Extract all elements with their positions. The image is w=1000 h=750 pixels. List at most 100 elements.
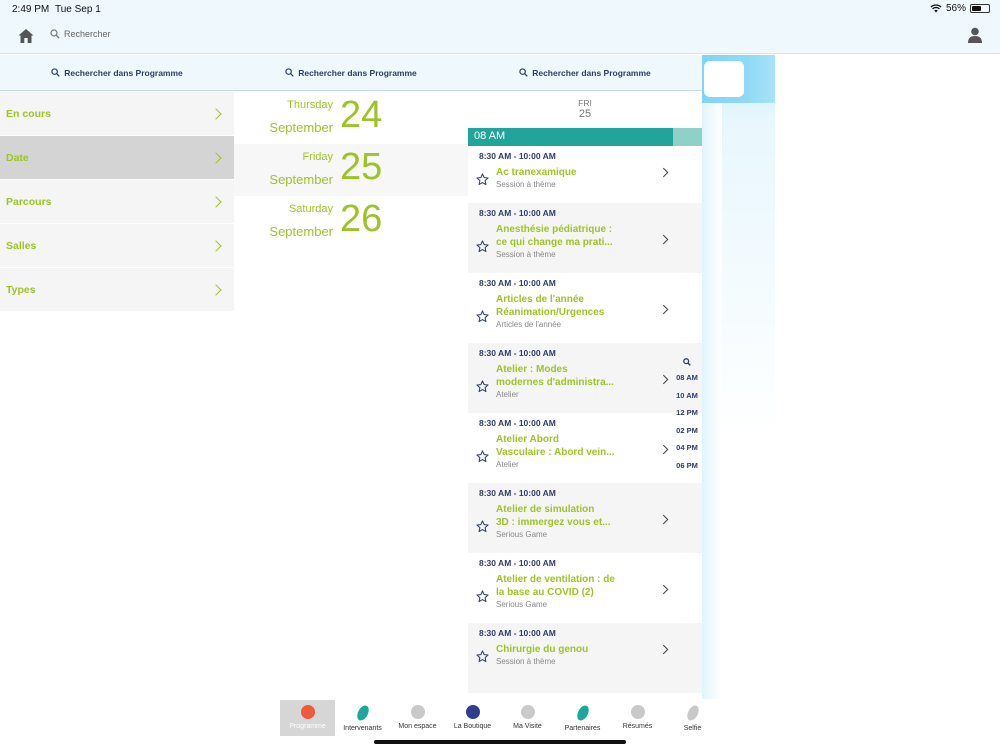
session-time: 8:30 AM - 10:00 AM — [479, 278, 556, 288]
chevron-right-icon[interactable] — [662, 165, 669, 183]
filter-menu: En cours Date Parcours Salles Types — [0, 92, 234, 312]
tab-r-sum-s[interactable]: Résumés — [610, 700, 665, 736]
session-type: Atelier — [496, 390, 519, 399]
favorite-star-icon[interactable] — [476, 520, 489, 533]
favorite-star-icon[interactable] — [476, 310, 489, 323]
tab-selfie[interactable]: Selfie — [665, 700, 720, 736]
session-type: Session à thème — [496, 657, 556, 666]
time-index: 08 AM 10 AM 12 PM 02 PM 04 PM 06 PM — [672, 355, 702, 475]
date-weekday: Saturday — [288, 203, 333, 215]
session-title: modernes d'administra... — [496, 376, 614, 388]
session-item[interactable]: 8:30 AM - 10:00 AM Ac tranexamique Session… — [468, 146, 702, 203]
session-time: 8:30 AM - 10:00 AM — [479, 698, 556, 699]
session-time: 8:30 AM - 10:00 AM — [479, 558, 556, 568]
date-list: Thursday September 24 Friday September 2… — [234, 92, 468, 248]
day-header: FRI 25 — [468, 92, 702, 128]
session-type: Serious Game — [496, 600, 548, 609]
column-search-label: Rechercher dans Programme — [532, 67, 651, 78]
favorite-star-icon[interactable] — [476, 380, 489, 393]
favorite-star-icon[interactable] — [476, 450, 489, 463]
date-weekday: Friday — [302, 151, 333, 163]
circle-icon — [465, 705, 480, 719]
session-item[interactable]: 8:30 AM - 10:00 AM Articles de l'année Réa… — [468, 273, 702, 343]
time-index-item[interactable]: 12 PM — [672, 404, 702, 422]
user-icon[interactable] — [966, 26, 984, 44]
column-search-filters[interactable]: Rechercher dans Programme — [0, 55, 234, 91]
tab-partenaires[interactable]: Partenaires — [555, 700, 610, 736]
session-time: 8:30 AM - 10:00 AM — [479, 418, 556, 428]
session-item[interactable]: 8:30 AM - 10:00 AM Anesthésie pédiatrique… — [468, 203, 702, 273]
session-time: 8:30 AM - 10:00 AM — [479, 208, 556, 218]
favorite-star-icon[interactable] — [476, 240, 489, 253]
header-search[interactable]: Rechercher — [50, 29, 111, 39]
column-search-dates[interactable]: Rechercher dans Programme — [234, 55, 468, 91]
tab-programme[interactable]: Programme — [280, 700, 335, 736]
session-title: ce qui change ma prati... — [496, 236, 613, 248]
chevron-right-icon[interactable] — [662, 372, 669, 390]
side-panel-card — [704, 61, 744, 97]
menu-item-types[interactable]: Types — [0, 268, 234, 312]
time-index-search[interactable] — [672, 355, 702, 369]
session-type: Atelier — [496, 460, 519, 469]
chevron-right-icon — [210, 239, 222, 252]
chevron-right-icon[interactable] — [662, 442, 669, 460]
search-icon — [519, 68, 528, 77]
menu-item-label: Types — [6, 283, 36, 296]
chevron-right-icon[interactable] — [662, 302, 669, 320]
date-day-number: 26 — [340, 198, 383, 240]
menu-item-date[interactable]: Date — [0, 136, 234, 180]
menu-item-label: Salles — [6, 239, 37, 252]
session-type: Articles de l'année — [496, 320, 562, 329]
time-index-item[interactable]: 10 AM — [672, 387, 702, 405]
chevron-right-icon[interactable] — [662, 512, 669, 530]
favorite-star-icon[interactable] — [476, 590, 489, 603]
home-icon[interactable] — [17, 27, 35, 45]
tab-label: Ma Visite — [513, 723, 542, 730]
date-item[interactable]: Friday September 25 — [234, 144, 468, 196]
session-time: 8:30 AM - 10:00 AM — [479, 628, 556, 638]
time-index-item[interactable]: 08 AM — [672, 369, 702, 387]
leaf-icon — [355, 703, 370, 723]
date-month: September — [269, 172, 333, 187]
session-item[interactable]: 8:30 AM - 10:00 AM Chirurgie du genou Sess… — [468, 623, 702, 693]
session-time: 8:30 AM - 10:00 AM — [479, 488, 556, 498]
tab-intervenants[interactable]: Intervenants — [335, 700, 390, 736]
tab-ma-visite[interactable]: Ma Visite — [500, 700, 555, 736]
bottom-tab-bar: Programme Intervenants Mon espace La Boutiq… — [280, 700, 720, 736]
column-search-sessions[interactable]: Rechercher dans Programme — [468, 55, 702, 91]
session-item[interactable]: 8:30 AM - 10:00 AM — [468, 693, 702, 699]
day-header-weekday: FRI — [578, 98, 592, 108]
chevron-right-icon — [210, 283, 222, 296]
circle-icon — [630, 705, 645, 719]
favorite-star-icon[interactable] — [476, 173, 489, 186]
date-day-number: 24 — [340, 94, 383, 136]
session-title: Atelier de simulation — [496, 504, 595, 515]
time-index-item[interactable]: 04 PM — [672, 439, 702, 457]
tab-label: Intervenants — [343, 725, 382, 732]
session-item[interactable]: 8:30 AM - 10:00 AM Atelier de simulation 3… — [468, 483, 702, 553]
time-index-item[interactable]: 02 PM — [672, 422, 702, 440]
tab-label: Résumés — [622, 723, 653, 730]
menu-item-salles[interactable]: Salles — [0, 224, 234, 268]
session-item[interactable]: 8:30 AM - 10:00 AM Atelier de ventilation… — [468, 553, 702, 623]
date-item[interactable]: Thursday September 24 — [234, 92, 468, 144]
menu-item-label: En cours — [6, 107, 51, 120]
favorite-star-icon[interactable] — [476, 650, 489, 663]
chevron-right-icon[interactable] — [662, 642, 669, 660]
session-item[interactable]: 8:30 AM - 10:00 AM Atelier : Modes moderne… — [468, 343, 702, 413]
session-title: Atelier Abord — [496, 434, 559, 445]
side-panel-backdrop — [702, 55, 775, 699]
status-indicators: 56% — [930, 3, 990, 14]
session-item[interactable]: 8:30 AM - 10:00 AM Atelier Abord Vasculair… — [468, 413, 702, 483]
battery-fill — [972, 6, 981, 11]
tab-la-boutique[interactable]: La Boutique — [445, 700, 500, 736]
chevron-right-icon[interactable] — [662, 582, 669, 600]
chevron-right-icon[interactable] — [662, 232, 669, 250]
time-index-item[interactable]: 06 PM — [672, 457, 702, 475]
menu-item-parcours[interactable]: Parcours — [0, 180, 234, 224]
session-title: Atelier de ventilation : de — [496, 574, 615, 585]
scroll-indicator — [673, 128, 702, 146]
date-item[interactable]: Saturday September 26 — [234, 196, 468, 248]
menu-item-en-cours[interactable]: En cours — [0, 92, 234, 136]
tab-mon-espace[interactable]: Mon espace — [390, 700, 445, 736]
